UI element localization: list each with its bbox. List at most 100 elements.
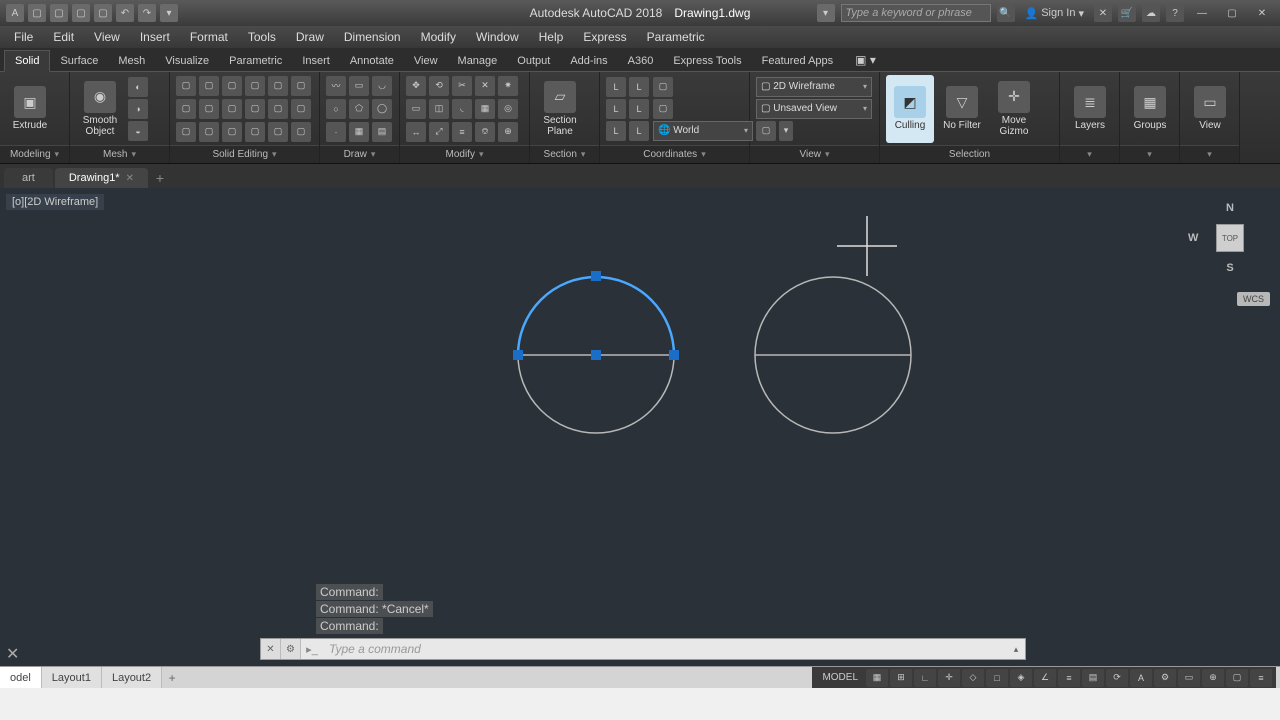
chevron-down-icon[interactable]: ▾ bbox=[1147, 149, 1152, 160]
add-tab-button[interactable]: + bbox=[150, 168, 170, 188]
close-button[interactable]: ✕ bbox=[1250, 4, 1274, 22]
solid-tool-icon[interactable]: ▢ bbox=[268, 99, 288, 119]
layout-tab-2[interactable]: Layout2 bbox=[102, 667, 162, 688]
cart-icon[interactable]: 🛒 bbox=[1118, 4, 1136, 22]
help-icon[interactable]: ? bbox=[1166, 4, 1184, 22]
ucs-close-icon[interactable]: ✕ bbox=[6, 644, 19, 664]
solid-tool-icon[interactable]: ▢ bbox=[176, 76, 196, 96]
minimize-button[interactable]: — bbox=[1190, 4, 1214, 22]
status-clean-icon[interactable]: ▢ bbox=[1226, 669, 1248, 687]
layers-button[interactable]: ≣Layers bbox=[1066, 75, 1114, 143]
solid-tool-icon[interactable]: ▢ bbox=[291, 99, 311, 119]
ribbon-collapse-icon[interactable]: ▣ ▾ bbox=[849, 49, 882, 71]
view-tool-icon[interactable]: ▢ bbox=[756, 121, 776, 141]
chevron-down-icon[interactable]: ▾ bbox=[1087, 149, 1092, 160]
search-input[interactable]: Type a keyword or phrase bbox=[841, 4, 991, 22]
signin-button[interactable]: 👤 Sign In ▾ bbox=[1021, 7, 1088, 20]
grip-left[interactable] bbox=[513, 350, 523, 360]
erase-icon[interactable]: ✕ bbox=[475, 76, 495, 96]
tab-surface[interactable]: Surface bbox=[50, 51, 108, 71]
solid-tool-icon[interactable]: ▢ bbox=[245, 76, 265, 96]
ucs-icon[interactable]: L bbox=[629, 77, 649, 97]
grip-top[interactable] bbox=[591, 271, 601, 281]
status-annotation-icon[interactable]: A bbox=[1130, 669, 1152, 687]
wcs-badge[interactable]: WCS bbox=[1237, 292, 1270, 306]
status-ortho-icon[interactable]: ∟ bbox=[914, 669, 936, 687]
ucs-icon[interactable]: L bbox=[606, 77, 626, 97]
menu-tools[interactable]: Tools bbox=[238, 26, 286, 48]
viewcube[interactable]: TOP N S W bbox=[1194, 202, 1266, 274]
menu-modify[interactable]: Modify bbox=[411, 26, 466, 48]
tab-featured-apps[interactable]: Featured Apps bbox=[752, 51, 844, 71]
region-icon[interactable]: ▤ bbox=[372, 122, 392, 142]
status-custom-icon[interactable]: ≡ bbox=[1250, 669, 1272, 687]
chevron-down-icon[interactable]: ▾ bbox=[131, 149, 136, 160]
solid-tool-icon[interactable]: ▢ bbox=[222, 122, 242, 142]
drawing-viewport[interactable]: [o][2D Wireframe] TOP N S W WCS Command:… bbox=[0, 188, 1280, 666]
start-tab[interactable]: art bbox=[4, 168, 53, 188]
chevron-down-icon[interactable]: ▾ bbox=[272, 149, 277, 160]
menu-dimension[interactable]: Dimension bbox=[334, 26, 411, 48]
culling-button[interactable]: ◩ Culling bbox=[886, 75, 934, 143]
break-icon[interactable]: ⎊ bbox=[475, 122, 495, 142]
status-otrack-icon[interactable]: ∠ bbox=[1034, 669, 1056, 687]
selected-arc[interactable] bbox=[518, 277, 674, 355]
solid-tool-icon[interactable]: ▢ bbox=[268, 76, 288, 96]
cloud-icon[interactable]: ☁ bbox=[1142, 4, 1160, 22]
undo-icon[interactable]: ↶ bbox=[116, 4, 134, 22]
solid-tool-icon[interactable]: ▢ bbox=[245, 99, 265, 119]
solid-tool-icon[interactable]: ▢ bbox=[199, 76, 219, 96]
chevron-down-icon[interactable]: ▾ bbox=[581, 149, 586, 160]
command-line[interactable]: ✕ ⚙ ▸_ Type a command ▴ bbox=[260, 638, 1026, 660]
mesh-tool-icon[interactable]: ◑ bbox=[128, 99, 148, 119]
solid-tool-icon[interactable]: ▢ bbox=[176, 122, 196, 142]
solid-tool-icon[interactable]: ▢ bbox=[291, 122, 311, 142]
hatch-icon[interactable]: ▦ bbox=[349, 122, 369, 142]
mesh-tool-icon[interactable]: ◒ bbox=[128, 121, 148, 141]
tab-solid[interactable]: Solid bbox=[4, 50, 50, 72]
grip-center[interactable] bbox=[591, 350, 601, 360]
save-icon[interactable]: ▢ bbox=[72, 4, 90, 22]
tab-visualize[interactable]: Visualize bbox=[155, 51, 219, 71]
polyline-icon[interactable]: 〰 bbox=[326, 76, 346, 96]
status-workspace-icon[interactable]: ⚙ bbox=[1154, 669, 1176, 687]
menu-draw[interactable]: Draw bbox=[286, 26, 334, 48]
solid-tool-icon[interactable]: ▢ bbox=[222, 99, 242, 119]
arc-icon[interactable]: ◡ bbox=[372, 76, 392, 96]
chevron-down-icon[interactable]: ▾ bbox=[701, 149, 706, 160]
solid-tool-icon[interactable]: ▢ bbox=[176, 99, 196, 119]
status-monitor-icon[interactable]: ▭ bbox=[1178, 669, 1200, 687]
world-dropdown[interactable]: 🌐 World▾ bbox=[653, 121, 753, 141]
redo-icon[interactable]: ↷ bbox=[138, 4, 156, 22]
viewcube-w[interactable]: W bbox=[1188, 232, 1198, 244]
ucs-icon[interactable]: L bbox=[629, 99, 649, 119]
solid-tool-icon[interactable]: ▢ bbox=[268, 122, 288, 142]
viewcube-n[interactable]: N bbox=[1226, 202, 1234, 214]
circle-icon[interactable]: ○ bbox=[326, 99, 346, 119]
menu-format[interactable]: Format bbox=[180, 26, 238, 48]
array-icon[interactable]: ▦ bbox=[475, 99, 495, 119]
menu-edit[interactable]: Edit bbox=[43, 26, 84, 48]
view-dropdown[interactable]: ▢ Unsaved View▾ bbox=[756, 99, 872, 119]
solid-tool-icon[interactable]: ▢ bbox=[222, 76, 242, 96]
ucs-tool-icon[interactable]: ▢ bbox=[653, 99, 673, 119]
grip-right[interactable] bbox=[669, 350, 679, 360]
ucs-icon[interactable]: L bbox=[606, 121, 626, 141]
new-icon[interactable]: ▢ bbox=[28, 4, 46, 22]
plot-icon[interactable]: ▢ bbox=[94, 4, 112, 22]
smooth-object-button[interactable]: ◉ Smooth Object bbox=[76, 75, 124, 143]
groups-button[interactable]: ▦Groups bbox=[1126, 75, 1174, 143]
status-snap-icon[interactable]: ⊞ bbox=[890, 669, 912, 687]
search-icon[interactable]: 🔍 bbox=[997, 4, 1015, 22]
search-dropdown-icon[interactable]: ▾ bbox=[817, 4, 835, 22]
extrude-button[interactable]: ▣ Extrude bbox=[6, 75, 54, 143]
join-icon[interactable]: ⊕ bbox=[498, 122, 518, 142]
maximize-button[interactable]: ▢ bbox=[1220, 4, 1244, 22]
menu-window[interactable]: Window bbox=[466, 26, 529, 48]
menu-express[interactable]: Express bbox=[573, 26, 636, 48]
status-grid-icon[interactable]: ▦ bbox=[866, 669, 888, 687]
app-menu-icon[interactable]: A bbox=[6, 4, 24, 22]
viewcube-s[interactable]: S bbox=[1226, 262, 1233, 274]
status-model[interactable]: MODEL bbox=[816, 672, 864, 683]
point-icon[interactable]: · bbox=[326, 122, 346, 142]
